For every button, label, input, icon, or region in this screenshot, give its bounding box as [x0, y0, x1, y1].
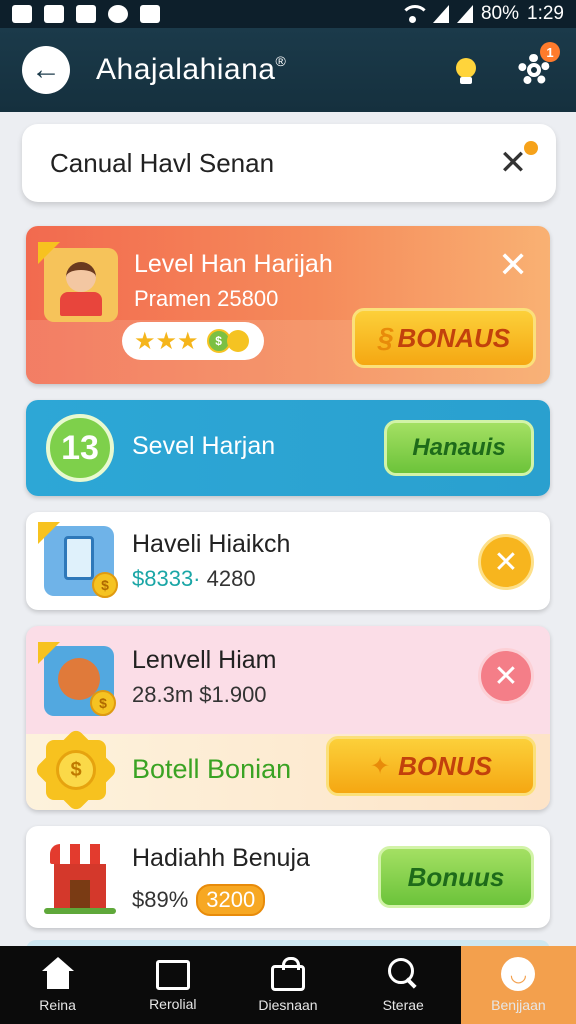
- shop-thumbnail: [42, 838, 118, 918]
- search-field[interactable]: Canual Havl Senan ✕: [22, 124, 556, 202]
- close-icon: ✕: [493, 545, 519, 579]
- item-title: Hadiahh Benuja: [132, 844, 310, 872]
- search-input[interactable]: Canual Havl Senan: [50, 148, 498, 179]
- notification-icon: [44, 5, 64, 23]
- status-bar: 80% 1:29: [0, 0, 576, 28]
- bag-icon: [271, 957, 305, 991]
- claim-button[interactable]: Hanauis: [384, 420, 534, 476]
- list-item[interactable]: Level Han Harijah Pramen 25800 ✕ ★★★ $ §…: [26, 226, 550, 384]
- item-price: $89% 3200: [132, 884, 266, 916]
- nav-item-shop[interactable]: Diesnaan: [230, 946, 345, 1024]
- folder-icon: [155, 960, 190, 990]
- close-icon: ✕: [493, 659, 519, 693]
- notification-icon: [12, 5, 32, 23]
- sparkle-icon: ✦: [369, 752, 391, 780]
- app-header: ← Ahajalahiana® 1: [0, 28, 576, 112]
- signal-icon: [456, 5, 473, 23]
- dismiss-button[interactable]: ✕: [478, 534, 534, 590]
- list-item[interactable]: $ Haveli Hiaikch $8333· 4280 ✕: [26, 512, 550, 610]
- settings-button[interactable]: 1: [514, 42, 560, 90]
- sync-icon: [108, 5, 128, 23]
- nav-label: Rerolial: [149, 996, 197, 1012]
- rating: ★★★ $: [122, 322, 264, 360]
- nav-label: Sterae: [382, 997, 424, 1013]
- page-title: Ahajalahiana®: [96, 53, 287, 86]
- star-rating: ★★★: [134, 327, 199, 355]
- coin-icon: $: [92, 572, 118, 598]
- battery-level: 80%: [480, 3, 520, 24]
- search-icon: [386, 957, 420, 991]
- nav-item-search[interactable]: Sterae: [346, 946, 461, 1024]
- lightbulb-icon[interactable]: [448, 52, 484, 88]
- item-title: Level Han Harijah: [134, 250, 333, 278]
- bonus-button[interactable]: Bonuus: [378, 846, 534, 908]
- clear-search-button[interactable]: ✕: [498, 141, 538, 182]
- item-title: Sevel Harjan: [132, 432, 276, 460]
- nav-label: Reina: [39, 997, 76, 1013]
- wifi-icon: [399, 5, 430, 23]
- item-title: Lenvell Hiam: [132, 646, 277, 674]
- gem-icon: §: [377, 322, 394, 353]
- level-badge: 13: [46, 414, 114, 482]
- clock: 1:29: [527, 3, 564, 24]
- nav-item-bonus[interactable]: ◡ Benjjaan: [460, 946, 576, 1024]
- nav-item-folder[interactable]: Rerolial: [115, 946, 230, 1024]
- list-item[interactable]: $ Lenvell Hiam 28.3m $1.900 ✕ $ Botell B…: [26, 626, 550, 810]
- promo-text: Botell Bonian: [132, 754, 292, 784]
- close-icon[interactable]: ✕: [498, 244, 528, 286]
- item-subtitle: 28.3m $1.900: [132, 682, 267, 707]
- close-icon: ✕: [498, 144, 528, 182]
- item-title: Haveli Hiaikch: [132, 530, 291, 558]
- nav-label: Benjjaan: [491, 997, 546, 1013]
- smile-icon: ◡: [501, 957, 536, 991]
- item-subtitle: Pramen 25800: [134, 286, 279, 311]
- dismiss-button[interactable]: ✕: [478, 648, 534, 704]
- sun-coin-icon: $: [33, 727, 119, 810]
- bonus-button[interactable]: § BONAUS: [352, 308, 536, 368]
- coin-icon: $: [90, 690, 116, 716]
- home-icon: [41, 957, 75, 991]
- arrow-left-icon: ←: [31, 53, 61, 86]
- back-button[interactable]: ←: [22, 46, 70, 94]
- nav-item-home[interactable]: Reina: [0, 946, 115, 1024]
- image-icon: [76, 5, 96, 23]
- signal-icon: [432, 5, 449, 23]
- coin-icon: [226, 330, 249, 352]
- bag-icon: [140, 5, 160, 23]
- price-pill: 3200: [196, 884, 266, 916]
- bonus-button[interactable]: ✦ BONUS: [326, 736, 536, 796]
- list-item[interactable]: Hadiahh Benuja $89% 3200 Bonuus: [26, 826, 550, 928]
- nav-label: Diesnaan: [258, 997, 318, 1013]
- notification-badge: 1: [540, 42, 560, 62]
- item-price: $8333· 4280: [132, 566, 256, 591]
- bottom-nav: Reina Rerolial Diesnaan Sterae ◡ Benjjaa…: [0, 946, 576, 1024]
- list-item[interactable]: 13 Sevel Harjan Hanauis: [26, 400, 550, 496]
